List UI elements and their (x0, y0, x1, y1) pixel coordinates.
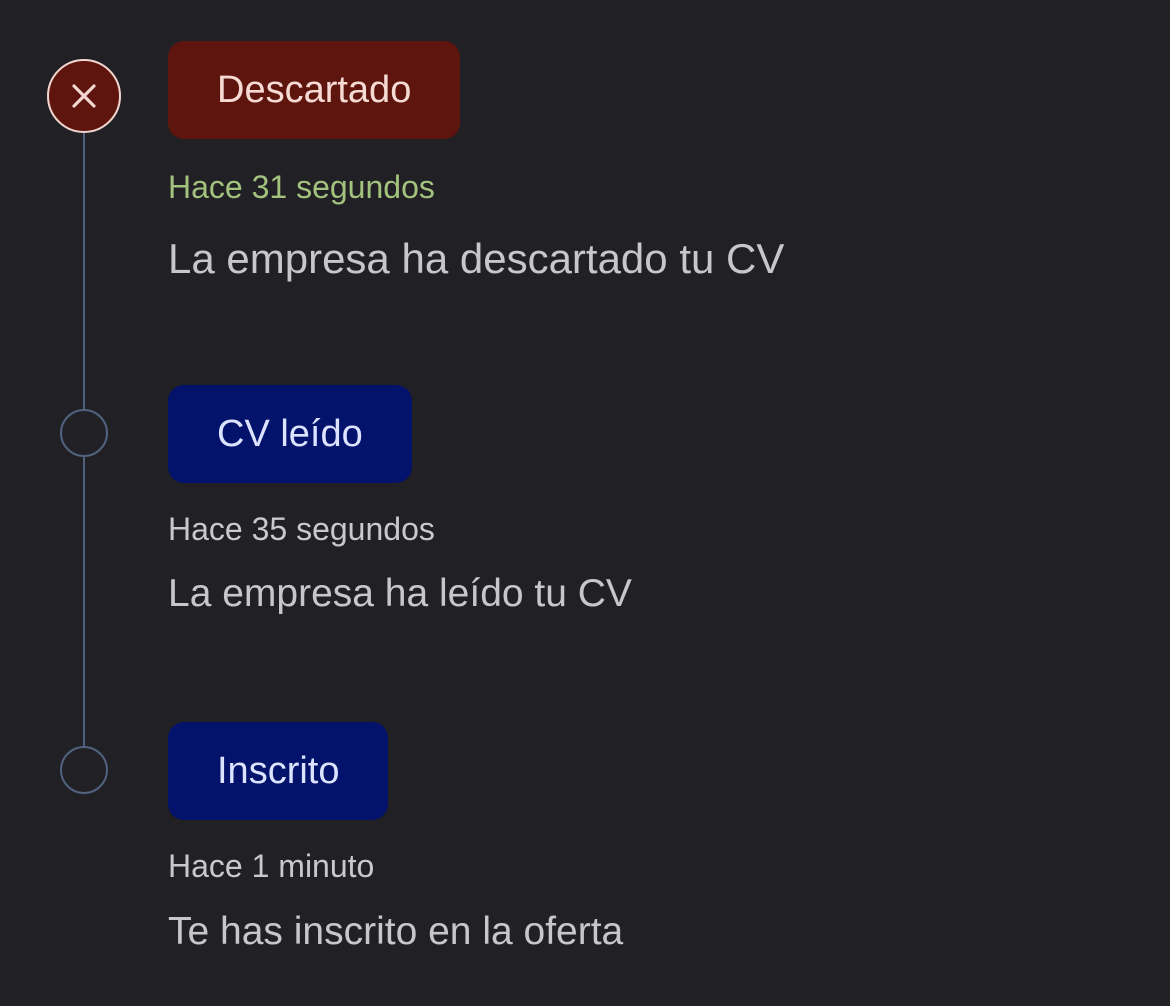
timeline-event-discarded: Descartado Hace 31 segundos La empresa h… (168, 41, 784, 284)
empty-circle-icon (60, 409, 108, 457)
event-timestamp: Hace 35 segundos (168, 511, 435, 547)
discarded-status-node (47, 59, 121, 133)
event-timestamp: Hace 1 minuto (168, 848, 375, 884)
event-timestamp: Hace 31 segundos (168, 169, 435, 205)
close-icon (72, 84, 96, 108)
status-badge: CV leído (168, 385, 412, 483)
event-description: La empresa ha descartado tu CV (168, 235, 785, 282)
status-badge: Descartado (168, 41, 461, 139)
event-description: Te has inscrito en la oferta (168, 910, 624, 953)
timeline-event-applied: Inscrito Hace 1 minuto Te has inscrito e… (168, 722, 623, 957)
empty-circle-icon (60, 746, 108, 794)
timeline-event-cv-read: CV leído Hace 35 segundos La empresa ha … (168, 385, 632, 619)
status-badge: Inscrito (168, 722, 389, 820)
event-description: La empresa ha leído tu CV (168, 572, 632, 615)
